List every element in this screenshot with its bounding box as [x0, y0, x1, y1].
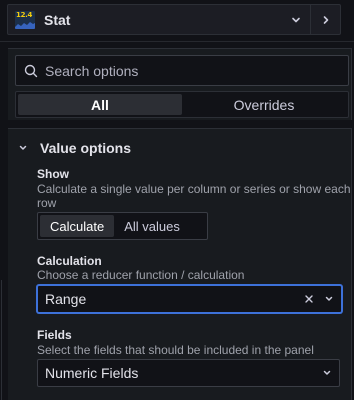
visualization-picker-main[interactable]: 12.4 Stat	[8, 5, 282, 34]
chevron-down-icon	[19, 145, 27, 150]
chevron-right-icon	[323, 15, 328, 24]
calculation-value: Range	[45, 291, 87, 307]
visualization-picker[interactable]: 12.4 Stat	[7, 4, 341, 35]
fields-select[interactable]: Numeric Fields	[37, 359, 340, 387]
stat-icon-number: 12.4	[16, 10, 33, 19]
show-description-line2: row	[37, 196, 57, 210]
chevron-down-icon	[325, 296, 333, 301]
fields-label: Fields	[37, 328, 72, 342]
calculation-description: Choose a reducer function / calculation	[37, 268, 245, 282]
value-options-title: Value options	[40, 140, 132, 156]
value-options-header[interactable]: Value options	[18, 140, 131, 156]
calculation-label: Calculation	[37, 254, 102, 268]
show-label: Show	[37, 167, 69, 181]
calculation-select[interactable]: Range	[37, 285, 342, 313]
show-option-calculate[interactable]: Calculate	[40, 215, 115, 237]
search-box[interactable]	[15, 55, 349, 86]
clear-icon	[305, 295, 313, 303]
search-icon	[24, 64, 38, 77]
show-description-line1: Calculate a single value per column or s…	[37, 182, 351, 196]
header-divider	[0, 41, 354, 42]
tab-overrides[interactable]: Overrides	[182, 94, 346, 115]
fields-description: Select the fields that should be include…	[37, 343, 314, 357]
clear-button[interactable]	[301, 291, 317, 307]
search-input[interactable]	[45, 62, 325, 79]
chevron-down-icon	[292, 17, 300, 22]
show-option-all-values[interactable]: All values	[114, 215, 190, 237]
chevron-down-icon	[323, 370, 331, 375]
show-radio-group: Calculate All values	[37, 212, 208, 240]
fields-value: Numeric Fields	[45, 365, 139, 381]
visualization-name: Stat	[44, 11, 71, 28]
tab-all[interactable]: All	[18, 94, 182, 115]
visualization-dropdown-toggle[interactable]	[282, 5, 310, 34]
options-tabs: All Overrides	[15, 91, 349, 118]
left-border	[1, 280, 2, 400]
stat-viz-icon: 12.4	[15, 10, 35, 29]
fields-dropdown-toggle[interactable]	[319, 365, 335, 381]
calculation-dropdown-toggle[interactable]	[321, 291, 337, 307]
visualization-next-button[interactable]	[310, 5, 340, 34]
